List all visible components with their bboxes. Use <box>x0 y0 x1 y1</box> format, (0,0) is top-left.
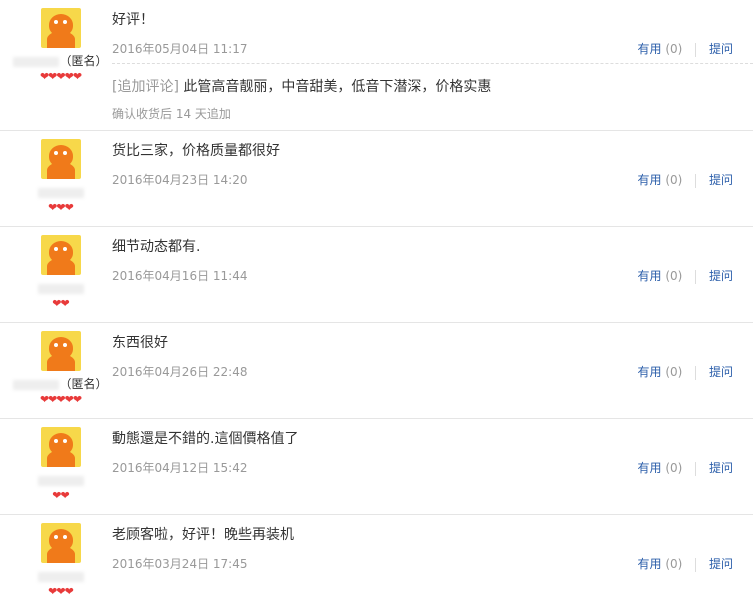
useful-count: (0) <box>665 461 683 475</box>
username <box>8 185 113 199</box>
reviewer-info: （匿名） ❤❤❤❤❤ <box>8 8 113 83</box>
review-content: 细节动态都有. <box>112 239 201 255</box>
review-actions: 有用 (0) 提问 <box>637 40 733 57</box>
credit-hearts-icon: ❤❤ <box>52 297 69 310</box>
reviewer-info: （匿名） ❤❤❤❤❤ <box>8 331 113 406</box>
review-date: 2016年04月23日 14:20 <box>112 173 248 187</box>
username: （匿名） <box>8 54 113 68</box>
review-item: ❤❤ 细节动态都有. 2016年04月16日 11:44 有用 (0) 提问 <box>0 227 753 323</box>
appended-review: [追加评论] 此管高音靓丽，中音甜美，低音下潜深，价格实惠 <box>112 76 491 96</box>
blurred-name <box>37 283 84 294</box>
avatar[interactable] <box>40 235 81 275</box>
blurred-name <box>13 56 60 67</box>
useful-button[interactable]: 有用 <box>637 365 661 379</box>
username <box>8 569 113 583</box>
append-tag: [追加评论] <box>112 79 179 95</box>
divider <box>695 461 697 476</box>
review-actions: 有用 (0) 提问 <box>637 459 733 476</box>
useful-button[interactable]: 有用 <box>637 173 661 187</box>
review-actions: 有用 (0) 提问 <box>637 555 733 572</box>
review-actions: 有用 (0) 提问 <box>637 363 733 380</box>
divider <box>695 42 697 57</box>
username: （匿名） <box>8 377 113 391</box>
useful-button[interactable]: 有用 <box>637 269 661 283</box>
review-content: 好评！ <box>112 12 154 28</box>
review-actions: 有用 (0) 提问 <box>637 171 733 188</box>
review-date: 2016年04月16日 11:44 <box>112 269 248 283</box>
review-content: 东西很好 <box>112 335 168 351</box>
avatar[interactable] <box>40 139 81 179</box>
useful-count: (0) <box>665 269 683 283</box>
review-content: 老顾客啦，好评！晚些再装机 <box>112 527 294 543</box>
review-item: ❤❤❤ 货比三家，价格质量都很好 2016年04月23日 14:20 有用 (0… <box>0 131 753 227</box>
append-time: 确认收货后 14 天追加 <box>112 107 231 121</box>
reviewer-info: ❤❤ <box>8 235 113 310</box>
divider <box>112 63 753 64</box>
credit-hearts-icon: ❤❤ <box>52 489 69 502</box>
reviewer-info: ❤❤❤ <box>8 523 113 598</box>
avatar[interactable] <box>40 331 81 371</box>
review-item: ❤❤❤ 老顾客啦，好评！晚些再装机 2016年03月24日 17:45 有用 (… <box>0 515 753 613</box>
review-date: 2016年04月26日 22:48 <box>112 365 248 379</box>
review-item: （匿名） ❤❤❤❤❤ 好评！ 2016年05月04日 11:17 有用 (0) … <box>0 0 753 131</box>
blurred-name <box>37 571 84 582</box>
avatar[interactable] <box>40 427 81 467</box>
review-content: 動態還是不錯的.這個價格值了 <box>112 431 299 447</box>
credit-hearts-icon: ❤❤❤❤❤ <box>39 393 82 406</box>
review-content: 货比三家，价格质量都很好 <box>112 143 280 159</box>
credit-hearts-icon: ❤❤❤ <box>48 201 74 214</box>
divider <box>695 365 697 380</box>
blurred-name <box>13 379 60 390</box>
reviewer-info: ❤❤❤ <box>8 139 113 214</box>
reviewer-info: ❤❤ <box>8 427 113 502</box>
useful-count: (0) <box>665 365 683 379</box>
username <box>8 281 113 295</box>
username-suffix: （匿名） <box>59 54 108 68</box>
blurred-name <box>37 187 84 198</box>
divider <box>695 173 697 188</box>
review-item: ❤❤ 動態還是不錯的.這個價格值了 2016年04月12日 15:42 有用 (… <box>0 419 753 515</box>
review-date: 2016年03月24日 17:45 <box>112 557 248 571</box>
useful-button[interactable]: 有用 <box>637 42 661 56</box>
useful-button[interactable]: 有用 <box>637 557 661 571</box>
review-item: （匿名） ❤❤❤❤❤ 东西很好 2016年04月26日 22:48 有用 (0)… <box>0 323 753 419</box>
useful-count: (0) <box>665 42 683 56</box>
ask-button[interactable]: 提问 <box>709 173 733 187</box>
ask-button[interactable]: 提问 <box>709 557 733 571</box>
useful-button[interactable]: 有用 <box>637 461 661 475</box>
username-suffix: （匿名） <box>59 377 108 391</box>
ask-button[interactable]: 提问 <box>709 461 733 475</box>
username <box>8 473 113 487</box>
ask-button[interactable]: 提问 <box>709 365 733 379</box>
useful-count: (0) <box>665 173 683 187</box>
credit-hearts-icon: ❤❤❤❤❤ <box>39 70 82 83</box>
divider <box>695 557 697 572</box>
ask-button[interactable]: 提问 <box>709 269 733 283</box>
avatar[interactable] <box>40 8 81 48</box>
append-content: 此管高音靓丽，中音甜美，低音下潜深，价格实惠 <box>183 79 492 95</box>
review-actions: 有用 (0) 提问 <box>637 267 733 284</box>
divider <box>695 269 697 284</box>
useful-count: (0) <box>665 557 683 571</box>
review-date: 2016年04月12日 15:42 <box>112 461 248 475</box>
avatar[interactable] <box>40 523 81 563</box>
credit-hearts-icon: ❤❤❤ <box>48 585 74 598</box>
blurred-name <box>37 475 84 486</box>
review-date: 2016年05月04日 11:17 <box>112 42 248 56</box>
ask-button[interactable]: 提问 <box>709 42 733 56</box>
